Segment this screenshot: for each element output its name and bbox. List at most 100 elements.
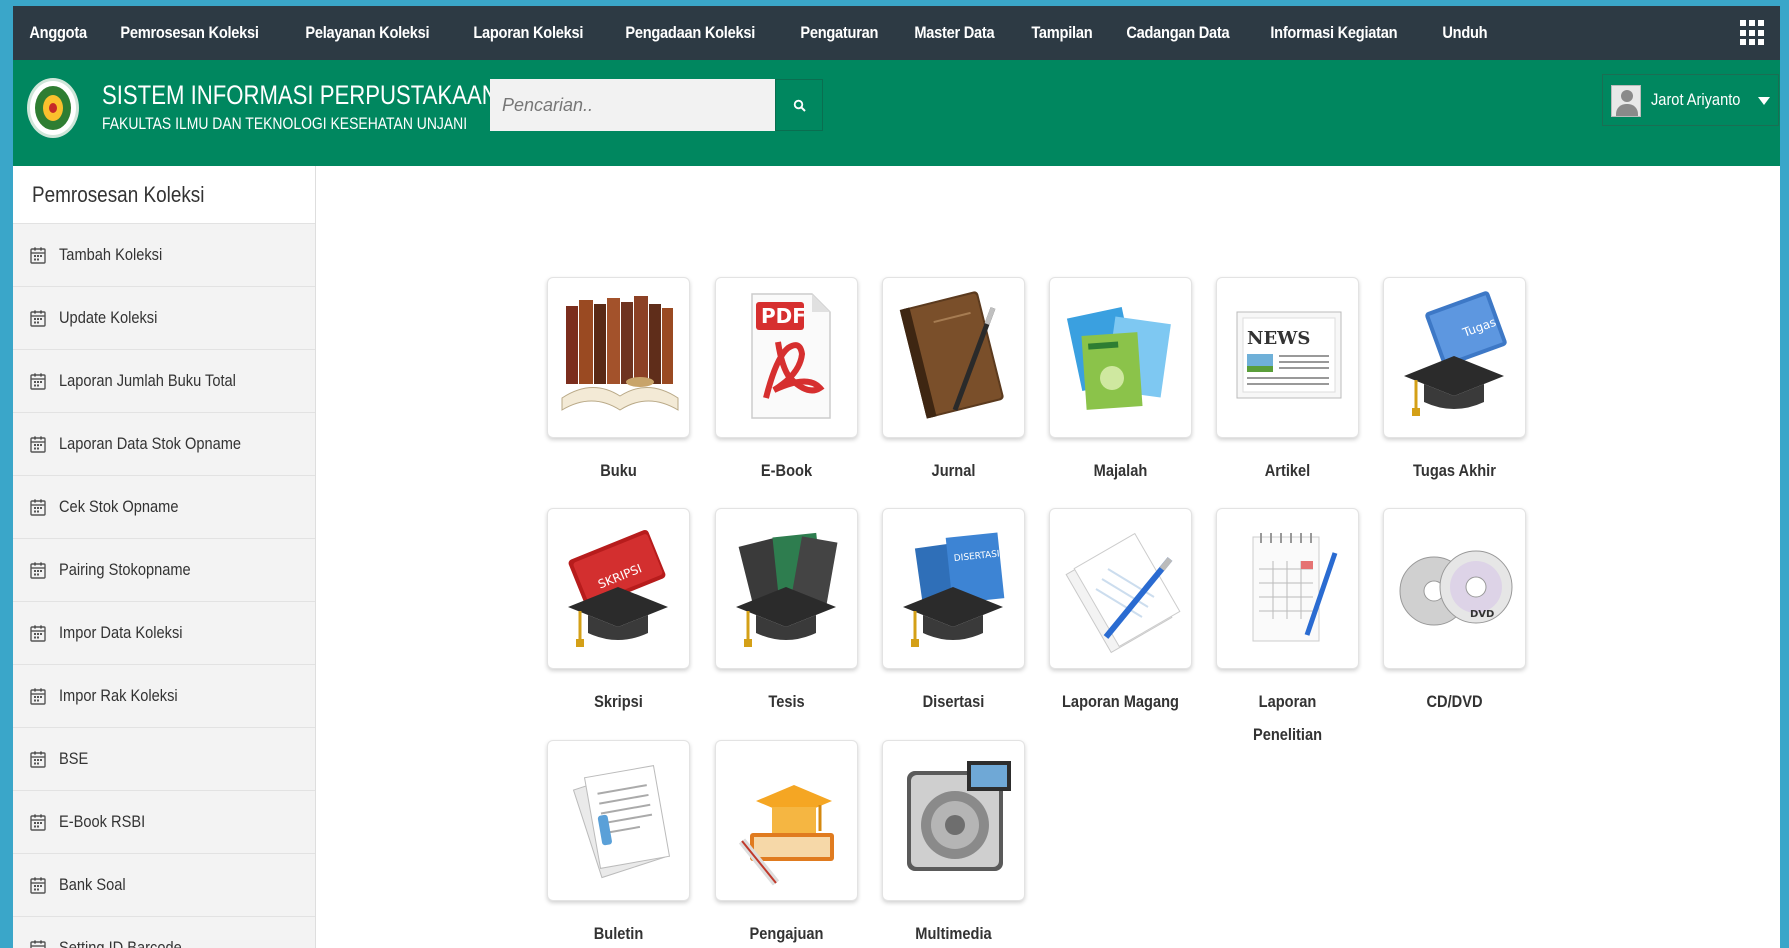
university-logo [27,78,79,138]
nav-pemrosesan-koleksi[interactable]: Pemrosesan Koleksi [104,23,275,43]
pdf-icon: PDF [751,293,831,419]
tile-card[interactable] [1216,508,1359,669]
tile-card[interactable]: NEWS [1216,277,1359,438]
tile-card[interactable] [882,277,1025,438]
sidebar-item-cek-stok-opname[interactable]: Cek Stok Opname [13,476,315,539]
tile-card[interactable] [882,740,1025,901]
tile-label: Skripsi [594,692,643,711]
sidebar-item-label: Impor Rak Koleksi [59,686,178,705]
tile-label: Pengajuan [749,924,824,943]
calendar-icon [30,499,46,516]
search-button[interactable] [775,79,823,131]
tile-card[interactable] [547,277,690,438]
sidebar-item-label: Tambah Koleksi [59,245,163,264]
sidebar-item-label: Impor Data Koleksi [59,623,183,642]
tile-e-book[interactable]: PDF E-Book [715,277,858,487]
tile-multimedia[interactable]: Multimedia [882,740,1025,948]
tile-skripsi[interactable]: SKRIPSI Skripsi [547,508,690,718]
tile-label: Disertasi [922,692,985,711]
newspaper-icon: NEWS [1236,311,1342,399]
scholar-icon [738,785,834,886]
tile-card[interactable]: Tugas [1383,277,1526,438]
books-icon [561,296,679,411]
apps-grid-icon[interactable] [1740,20,1764,46]
system-subtitle: FAKULTAS ILMU DAN TEKNOLOGI KESEHATAN UN… [102,114,468,133]
sidebar-item-label: Setting ID Barcode [59,938,182,948]
notepad-icon [1252,533,1338,642]
calendar-icon [30,814,46,831]
sidebar-item-label: E-Book RSBI [59,812,146,831]
sidebar-item-e-book-rsbi[interactable]: E-Book RSBI [13,791,315,854]
nav-laporan-koleksi[interactable]: Laporan Koleksi [457,23,600,43]
tile-label: Laporan Penelitian [1252,692,1323,744]
tile-card[interactable]: DVD [1383,508,1526,669]
user-menu-button[interactable]: Jarot Ariyanto [1602,74,1779,126]
speaker-icon [907,761,1011,871]
calendar-icon [30,688,46,705]
sidebar-item-update-koleksi[interactable]: Update Koleksi [13,287,315,350]
nav-informasi-kegiatan[interactable]: Informasi Kegiatan [1254,23,1414,43]
tile-card[interactable] [547,740,690,901]
tile-card[interactable] [715,508,858,669]
nav-pengadaan-koleksi[interactable]: Pengadaan Koleksi [609,23,771,43]
tile-card[interactable]: DISERTASI [882,508,1025,669]
tile-label: Buletin [593,924,644,943]
app-window: Anggota Pemrosesan Koleksi Pelayanan Kol… [13,6,1780,948]
tile-card[interactable]: SKRIPSI [547,508,690,669]
tile-tugas-akhir[interactable]: Tugas Tugas Akhir [1383,277,1526,487]
tile-buku[interactable]: Buku [547,277,690,487]
site-header: SISTEM INFORMASI PERPUSTAKAAN FAKULTAS I… [13,60,1780,166]
tile-artikel[interactable]: NEWS Artikel [1216,277,1359,487]
avatar [1611,85,1641,117]
tile-label: Tugas Akhir [1413,461,1496,480]
sidebar-item-bse[interactable]: BSE [13,728,315,791]
tile-card[interactable] [715,740,858,901]
svg-text:PDF: PDF [761,304,806,328]
user-name: Jarot Ariyanto [1651,90,1741,109]
sidebar-item-label: BSE [59,749,89,768]
tile-pengajuan[interactable]: Pengajuan [715,740,858,948]
calendar-icon [30,877,46,894]
tile-card[interactable]: PDF [715,277,858,438]
tile-label: Jurnal [931,461,976,480]
tile-laporan-magang[interactable]: Laporan Magang [1049,508,1192,718]
nav-unduh[interactable]: Unduh [1426,23,1504,43]
sidebar-item-pairing-stokopname[interactable]: Pairing Stokopname [13,539,315,602]
search-icon [793,99,806,112]
tile-disertasi[interactable]: DISERTASI Disertasi [882,508,1025,718]
tile-label: Tesis [768,692,805,711]
tile-majalah[interactable]: Majalah [1049,277,1192,487]
sidebar-item-laporan-data-stok-opname[interactable]: Laporan Data Stok Opname [13,413,315,476]
nav-master-data[interactable]: Master Data [898,23,1011,43]
calendar-icon [30,247,46,264]
tile-tesis[interactable]: Tesis [715,508,858,718]
nav-cadangan-data[interactable]: Cadangan Data [1110,23,1246,43]
svg-text:DVD: DVD [1470,609,1494,620]
tile-cd-dvd[interactable]: DVD CD/DVD [1383,508,1526,718]
journal-icon [899,291,1004,419]
sidebar-item-tambah-koleksi[interactable]: Tambah Koleksi [13,224,315,287]
sidebar-item-impor-data-koleksi[interactable]: Impor Data Koleksi [13,602,315,665]
tile-laporan-penelitian[interactable]: Laporan Penelitian [1216,508,1359,751]
nav-pengaturan[interactable]: Pengaturan [784,23,895,43]
sidebar-title: Pemrosesan Koleksi [13,166,315,224]
sidebar-item-bank-soal[interactable]: Bank Soal [13,854,315,917]
tile-card[interactable] [1049,277,1192,438]
document-icon [572,765,671,879]
top-navigation: Anggota Pemrosesan Koleksi Pelayanan Kol… [13,6,1780,60]
caret-down-icon [1758,97,1770,105]
calendar-icon [30,751,46,768]
sidebar-item-label: Update Koleksi [59,308,158,327]
sidebar-item-label: Pairing Stokopname [59,560,191,579]
calendar-icon [30,310,46,327]
nav-pelayanan-koleksi[interactable]: Pelayanan Koleksi [289,23,446,43]
tile-jurnal[interactable]: Jurnal [882,277,1025,487]
search-input[interactable] [490,79,775,131]
sidebar-item-laporan-jumlah-buku-total[interactable]: Laporan Jumlah Buku Total [13,350,315,413]
nav-anggota[interactable]: Anggota [13,23,103,43]
sidebar-item-impor-rak-koleksi[interactable]: Impor Rak Koleksi [13,665,315,728]
tile-card[interactable] [1049,508,1192,669]
sidebar-item-setting-id-barcode[interactable]: Setting ID Barcode [13,917,315,948]
tile-buletin[interactable]: Buletin [547,740,690,948]
nav-tampilan[interactable]: Tampilan [1015,23,1109,43]
